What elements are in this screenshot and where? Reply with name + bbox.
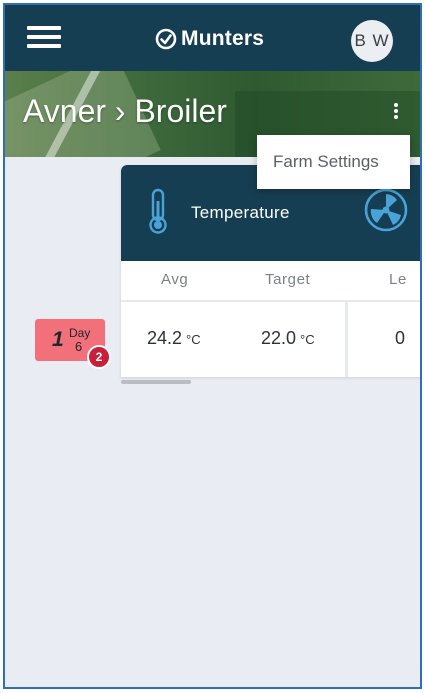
value-le: 0 <box>395 328 405 349</box>
column-header-le: Le <box>389 271 407 288</box>
app-frame: Munters B W Avner › Broiler Farm Setting… <box>3 3 422 689</box>
more-options-icon[interactable] <box>390 97 402 123</box>
munters-logo-icon <box>155 28 177 50</box>
column-divider <box>345 302 348 377</box>
alert-count-badge: 2 <box>87 345 111 369</box>
value-target: 22.0 °C <box>261 328 315 349</box>
value-target-number: 22.0 <box>261 328 297 348</box>
top-bar: Munters B W <box>5 5 420 71</box>
options-menu: Farm Settings <box>257 135 410 189</box>
sensor-card: Temperature Avg Target Le 24.2 °C 22.0 °C … <box>121 165 420 377</box>
column-header-avg: Avg <box>161 271 189 288</box>
day-label: Day <box>69 326 91 340</box>
room-number: 1 <box>52 328 64 351</box>
thermometer-icon <box>149 188 167 234</box>
horizontal-scrollbar[interactable] <box>121 380 191 384</box>
hamburger-menu-icon[interactable] <box>27 24 63 50</box>
day-value: 6 <box>75 339 83 354</box>
user-avatar[interactable]: B W <box>351 20 393 62</box>
menu-item-farm-settings[interactable]: Farm Settings <box>273 152 379 172</box>
value-avg-number: 24.2 <box>147 328 183 348</box>
brand-name: Munters <box>181 27 265 50</box>
column-header-target: Target <box>265 271 311 288</box>
sensor-title: Temperature <box>191 203 290 222</box>
value-le-number: 0 <box>395 328 406 348</box>
value-avg-unit: °C <box>186 332 201 347</box>
brand-logo: Munters <box>155 25 264 53</box>
breadcrumb[interactable]: Avner › Broiler <box>23 93 227 130</box>
fan-icon <box>364 188 408 232</box>
value-target-unit: °C <box>300 332 315 347</box>
value-avg: 24.2 °C <box>147 328 201 349</box>
row-divider <box>121 300 420 302</box>
